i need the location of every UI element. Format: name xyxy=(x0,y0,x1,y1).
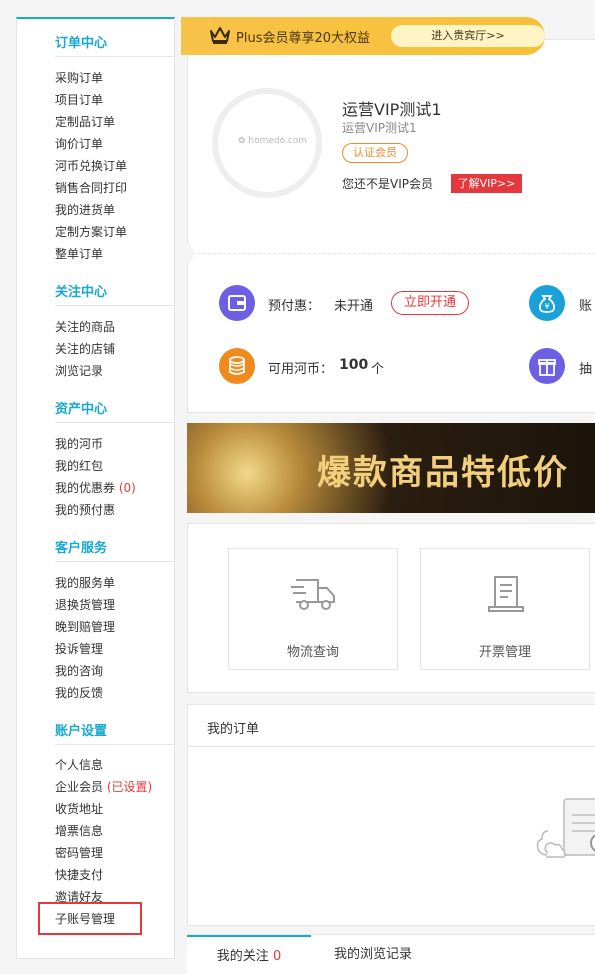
svg-text:¥: ¥ xyxy=(544,302,549,311)
user-account: 运营VIP测试1 xyxy=(342,121,417,135)
divider xyxy=(188,746,595,747)
promo-banner[interactable]: 爆款商品特低价 xyxy=(187,423,595,513)
sidebar-item-returns[interactable]: 退换货管理 xyxy=(55,596,115,613)
sidebar-item-my-coupons[interactable]: 我的优惠券 (0) xyxy=(55,479,136,496)
truck-icon xyxy=(291,579,335,610)
avatar: ✿ homedo.com xyxy=(212,88,322,198)
sub-account-highlight xyxy=(38,902,142,935)
divider xyxy=(55,422,174,423)
coins-unit: 个 xyxy=(371,362,385,377)
sidebar-item-inquiry-orders[interactable]: 询价订单 xyxy=(55,135,103,152)
section-title-account-settings: 账户设置 xyxy=(55,724,108,739)
card-notch xyxy=(182,244,194,262)
sidebar-item-browse-history[interactable]: 浏览记录 xyxy=(55,362,103,379)
sidebar-item-password[interactable]: 密码管理 xyxy=(55,844,103,861)
enterprise-status: (已设置) xyxy=(106,780,153,794)
certified-member-badge: 认证会员 xyxy=(342,143,408,163)
divider xyxy=(55,56,174,57)
sidebar-item-quick-pay[interactable]: 快捷支付 xyxy=(55,866,103,883)
logistics-query-card[interactable]: 物流查询 xyxy=(228,548,398,670)
divider xyxy=(55,561,174,562)
sidebar-item-enterprise-member[interactable]: 企业会员 (已设置) xyxy=(55,778,152,795)
sidebar-item-my-feedback[interactable]: 我的反馈 xyxy=(55,684,103,701)
sidebar: 订单中心 采购订单 项目订单 定制品订单 询价订单 河币兑换订单 销售合同打印 … xyxy=(16,17,175,959)
sidebar-item-restock-list[interactable]: 我的进货单 xyxy=(55,201,115,218)
sidebar-item-label: 企业会员 xyxy=(55,780,104,794)
divider xyxy=(55,744,174,745)
sidebar-item-my-inquiries[interactable]: 我的咨询 xyxy=(55,662,103,679)
bottom-tabs: 我的关注 0 我的浏览记录 xyxy=(187,934,595,974)
divider xyxy=(188,253,595,254)
avatar-logo: ✿ homedo.com xyxy=(238,136,308,146)
open-now-button[interactable]: 立即开通 xyxy=(391,291,469,315)
tool-label: 开票管理 xyxy=(478,645,531,660)
sidebar-item-vat-invoice-info[interactable]: 增票信息 xyxy=(55,822,103,839)
tab-label: 我的关注 xyxy=(216,949,269,964)
sidebar-item-custom-orders[interactable]: 定制品订单 xyxy=(55,113,115,130)
my-orders-title: 我的订单 xyxy=(207,722,260,737)
my-orders-panel: 我的订单 xyxy=(187,704,595,926)
sidebar-item-late-compensation[interactable]: 晚到赔管理 xyxy=(55,618,115,635)
not-vip-text: 您还不是VIP会员 xyxy=(342,177,433,191)
tools-area: 物流查询 开票管理 xyxy=(187,523,595,693)
tab-my-follows[interactable]: 我的关注 0 xyxy=(187,935,311,974)
promo-text: 爆款商品特低价 xyxy=(317,453,569,493)
money-bag-icon[interactable]: ¥ xyxy=(529,285,565,321)
plus-member-bar: Plus会员尊享20大权益 进入贵宾厅>> xyxy=(181,17,545,55)
sidebar-item-my-red-packets[interactable]: 我的红包 xyxy=(55,457,103,474)
section-title-asset-center: 资产中心 xyxy=(55,402,108,417)
coins-label: 可用河币： xyxy=(268,362,334,377)
empty-orders-illustration-icon xyxy=(536,798,595,858)
sidebar-item-my-prepay[interactable]: 我的预付惠 xyxy=(55,501,115,518)
sidebar-item-my-coins[interactable]: 我的河币 xyxy=(55,435,103,452)
follow-count: 0 xyxy=(272,949,282,964)
invoice-icon xyxy=(488,576,524,612)
user-name: 运营VIP测试1 xyxy=(342,100,442,119)
enter-vip-lounge-button[interactable]: 进入贵宾厅>> xyxy=(391,25,545,47)
sidebar-item-followed-shops[interactable]: 关注的店铺 xyxy=(55,340,115,357)
section-title-follow-center: 关注中心 xyxy=(55,285,108,300)
sidebar-item-personal-info[interactable]: 个人信息 xyxy=(55,756,103,773)
sidebar-item-service-orders[interactable]: 我的服务单 xyxy=(55,574,115,591)
sidebar-item-whole-orders[interactable]: 整单订单 xyxy=(55,245,103,262)
prepay-label: 预付惠： xyxy=(268,299,321,314)
coins-value: 100 xyxy=(339,357,369,373)
sidebar-item-project-orders[interactable]: 项目订单 xyxy=(55,91,103,108)
lottery-label-partial: 抽 xyxy=(579,362,593,377)
sidebar-item-complaints[interactable]: 投诉管理 xyxy=(55,640,103,657)
gift-icon[interactable] xyxy=(529,348,565,384)
tab-browse-history[interactable]: 我的浏览记录 xyxy=(311,935,435,974)
sidebar-item-shipping-address[interactable]: 收货地址 xyxy=(55,800,103,817)
sidebar-item-purchase-orders[interactable]: 采购订单 xyxy=(55,69,103,86)
sidebar-item-custom-plan-orders[interactable]: 定制方案订单 xyxy=(55,223,127,240)
invoice-management-card[interactable]: 开票管理 xyxy=(420,548,590,670)
wallet-icon xyxy=(219,285,255,321)
crown-icon xyxy=(210,27,230,44)
learn-vip-button[interactable]: 了解VIP>> xyxy=(451,174,522,193)
coupon-count: (0) xyxy=(118,481,136,495)
sidebar-item-contract-print[interactable]: 销售合同打印 xyxy=(55,179,127,196)
sidebar-item-coin-exchange-orders[interactable]: 河币兑换订单 xyxy=(55,157,127,174)
account-label-partial: 账 xyxy=(579,299,593,314)
profile-card: ✿ homedo.com 运营VIP测试1 运营VIP测试1 认证会员 您还不是… xyxy=(182,39,595,413)
tool-label: 物流查询 xyxy=(286,645,339,660)
sidebar-item-followed-products[interactable]: 关注的商品 xyxy=(55,318,115,335)
section-title-customer-service: 客户服务 xyxy=(55,541,108,556)
coins-icon xyxy=(219,348,255,384)
prepay-value: 未开通 xyxy=(334,299,374,314)
section-title-order-center: 订单中心 xyxy=(55,36,108,51)
divider xyxy=(55,305,174,306)
plus-benefits-text: Plus会员尊享20大权益 xyxy=(236,31,371,46)
sidebar-item-label: 我的优惠券 xyxy=(55,481,116,495)
